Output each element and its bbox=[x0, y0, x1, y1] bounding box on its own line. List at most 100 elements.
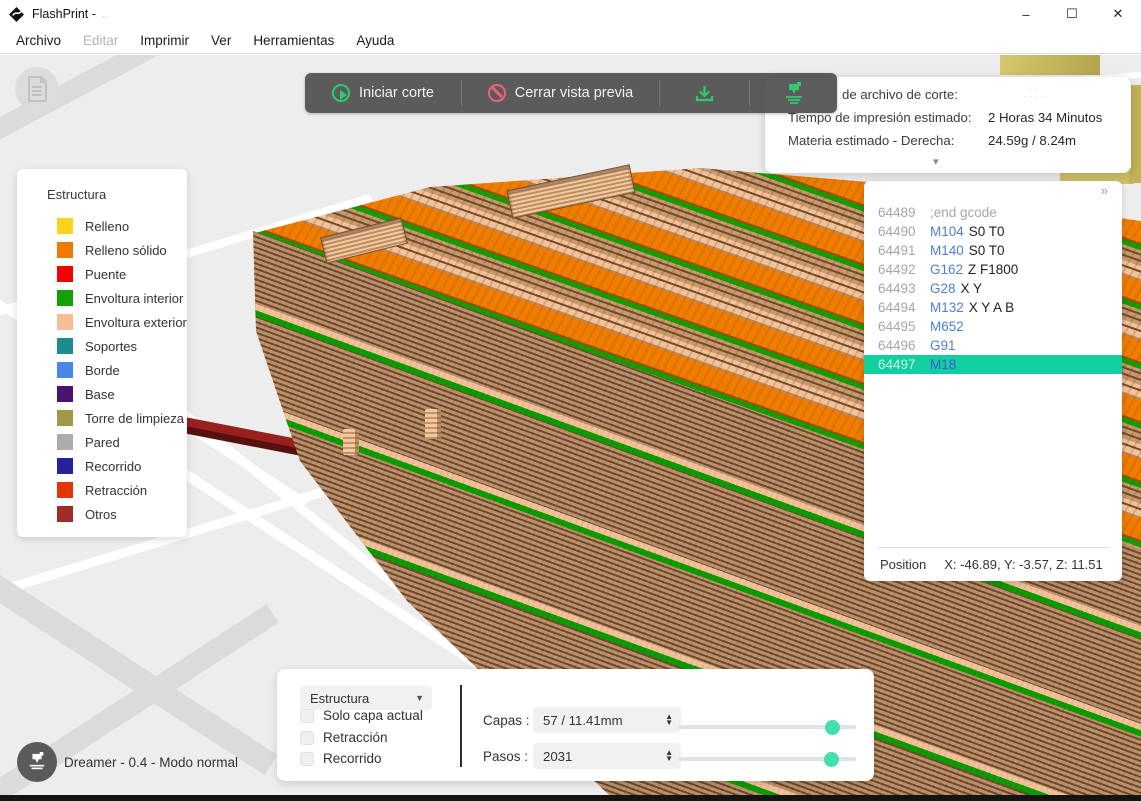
document-icon bbox=[28, 76, 47, 102]
layers-spinner[interactable]: 57 / 11.41mm ▲ ▼ bbox=[533, 707, 681, 733]
legend-color-swatch bbox=[57, 218, 73, 234]
legend-item: Relleno sólido bbox=[17, 238, 187, 262]
start-cut-button[interactable]: Iniciar corte bbox=[305, 73, 461, 113]
printer-status-button[interactable] bbox=[17, 742, 57, 782]
gcode-line[interactable]: 64492 G162 Z F1800 bbox=[864, 260, 1122, 279]
gcode-line[interactable]: 64493 G28 X Y bbox=[864, 279, 1122, 298]
gcode-line-number: 64491 bbox=[878, 243, 916, 258]
playback-control-panel: Estructura ▼ Solo capa actual Retracción… bbox=[277, 669, 874, 781]
legend-title: Estructura bbox=[47, 187, 107, 202]
download-icon bbox=[695, 85, 714, 101]
position-label: Position bbox=[880, 557, 927, 572]
window-title: FlashPrint - bbox=[32, 7, 96, 21]
steps-value: 2031 bbox=[543, 748, 573, 764]
support-stack bbox=[343, 429, 359, 455]
checkbox-row-retraction[interactable]: Retracción bbox=[300, 730, 388, 745]
gcode-line[interactable]: 64497 M18 bbox=[864, 355, 1122, 374]
save-gcode-button[interactable] bbox=[660, 73, 749, 113]
menu-editar: Editar bbox=[83, 33, 119, 48]
gcode-line-number: 64497 bbox=[878, 357, 916, 372]
cut-file-value-redacted: ·· ···· bbox=[1023, 83, 1047, 101]
checkbox-retraction[interactable] bbox=[300, 730, 314, 745]
legend-item: Envoltura interior bbox=[17, 286, 187, 310]
gcode-line[interactable]: 64496 G91 bbox=[864, 336, 1122, 355]
print-time-value: 2 Horas 34 Minutos bbox=[988, 110, 1103, 125]
maximize-button[interactable]: ☐ bbox=[1049, 0, 1095, 28]
legend-color-swatch bbox=[57, 314, 73, 330]
view-mode-value: Estructura bbox=[310, 690, 370, 706]
gcode-line-number: 64489 bbox=[878, 205, 916, 220]
layers-slider-knob[interactable] bbox=[825, 720, 840, 735]
menu-bar: Archivo Editar Imprimir Ver Herramientas… bbox=[0, 28, 1141, 54]
gcode-line[interactable]: 64494 M132 X Y A B bbox=[864, 298, 1122, 317]
printer-status-text: Dreamer - 0.4 - Modo normal bbox=[64, 755, 239, 770]
gcode-line-number: 64493 bbox=[878, 281, 916, 296]
legend-color-swatch bbox=[57, 386, 73, 402]
expand-panel-icon[interactable]: » bbox=[1101, 183, 1108, 198]
viewport-3d[interactable]: de archivo de corte: ·· ···· Tiempo de i… bbox=[0, 55, 1141, 801]
legend-item-label: Pared bbox=[85, 434, 120, 450]
layers-label: Capas : bbox=[483, 713, 530, 728]
gcode-panel: » 64489 ;end gcode 64490 M104 S0 T0 64491 M140… bbox=[864, 181, 1122, 581]
checkbox-label: Retracción bbox=[323, 730, 388, 745]
gcode-line[interactable]: 64489 ;end gcode bbox=[864, 203, 1122, 222]
spinner-arrows-icon[interactable]: ▲ ▼ bbox=[665, 713, 673, 727]
legend-item-label: Retracción bbox=[85, 482, 148, 498]
send-to-printer-button[interactable] bbox=[750, 73, 837, 113]
close-button[interactable]: ✕ bbox=[1095, 0, 1141, 28]
checkbox-row-current-layer[interactable]: Solo capa actual bbox=[300, 708, 423, 723]
legend-item-label: Relleno sólido bbox=[85, 242, 167, 258]
cut-file-label: de archivo de corte: bbox=[842, 87, 958, 102]
legend-color-swatch bbox=[57, 434, 73, 450]
gcode-line[interactable]: 64490 M104 S0 T0 bbox=[864, 222, 1122, 241]
menu-ayuda[interactable]: Ayuda bbox=[345, 33, 405, 48]
flashprint-logo bbox=[9, 6, 24, 22]
checkbox-label: Solo capa actual bbox=[323, 708, 423, 723]
gcode-args: X Y bbox=[960, 281, 983, 296]
menu-herramientas[interactable]: Herramientas bbox=[242, 33, 345, 48]
legend-item-label: Envoltura exterior bbox=[85, 314, 187, 330]
no-entry-icon bbox=[487, 84, 506, 102]
close-preview-button[interactable]: Cerrar vista previa bbox=[462, 73, 659, 113]
legend-color-swatch bbox=[57, 242, 73, 258]
spinner-arrows-icon[interactable]: ▲ ▼ bbox=[665, 749, 673, 763]
preview-toolbar: Iniciar corte Cerrar vista previa bbox=[305, 73, 837, 113]
legend-item-label: Torre de limpieza bbox=[85, 410, 184, 426]
gcode-comment: ;end gcode bbox=[930, 205, 997, 220]
material-value: 24.59g / 8.24m bbox=[988, 133, 1076, 148]
gcode-command: G28 bbox=[930, 281, 956, 296]
flashprint-window: FlashPrint - ‥ – ☐ ✕ Archivo Editar Impr… bbox=[0, 0, 1141, 801]
position-readout: Position X: -46.89, Y: -3.57, Z: 11.51 bbox=[880, 557, 1103, 572]
legend-item: Torre de limpieza bbox=[17, 406, 187, 430]
steps-spinner[interactable]: 2031 ▲ ▼ bbox=[533, 743, 681, 769]
checkbox-current-layer[interactable] bbox=[300, 708, 314, 723]
gcode-line[interactable]: 64495 M652 bbox=[864, 317, 1122, 336]
chevron-down-icon: ▼ bbox=[415, 693, 424, 703]
steps-slider-knob[interactable] bbox=[824, 752, 839, 767]
legend-item: Puente bbox=[17, 262, 187, 286]
legend-item: Retracción bbox=[17, 478, 187, 502]
gcode-command: M104 bbox=[930, 224, 964, 239]
checkbox-row-travel[interactable]: Recorrido bbox=[300, 751, 382, 766]
gcode-command: M132 bbox=[930, 300, 964, 315]
legend-item-label: Puente bbox=[85, 266, 127, 282]
legend-item: Pared bbox=[17, 430, 187, 454]
minimize-button[interactable]: – bbox=[1003, 0, 1049, 28]
legend-item-label: Recorrido bbox=[85, 458, 142, 474]
checkbox-travel[interactable] bbox=[300, 751, 314, 766]
menu-ver[interactable]: Ver bbox=[200, 33, 242, 48]
legend-color-swatch bbox=[57, 290, 73, 306]
view-mode-dropdown[interactable]: Estructura ▼ bbox=[300, 686, 432, 710]
menu-archivo[interactable]: Archivo bbox=[5, 33, 72, 48]
printer-icon bbox=[29, 752, 45, 770]
file-thumbnail-button bbox=[15, 67, 59, 111]
gcode-line[interactable]: 64491 M140 S0 T0 bbox=[864, 241, 1122, 260]
position-value: X: -46.89, Y: -3.57, Z: 11.51 bbox=[944, 557, 1103, 572]
checkbox-label: Recorrido bbox=[323, 751, 382, 766]
menu-imprimir[interactable]: Imprimir bbox=[129, 33, 200, 48]
gcode-command: M652 bbox=[930, 319, 964, 334]
structure-legend-panel: Estructura Relleno Relleno sólido Puente En… bbox=[17, 169, 187, 537]
gcode-command: G91 bbox=[930, 338, 956, 353]
collapse-panel-icon[interactable]: ▾ bbox=[933, 155, 939, 168]
material-label: Materia estimado - Derecha: bbox=[788, 133, 955, 148]
